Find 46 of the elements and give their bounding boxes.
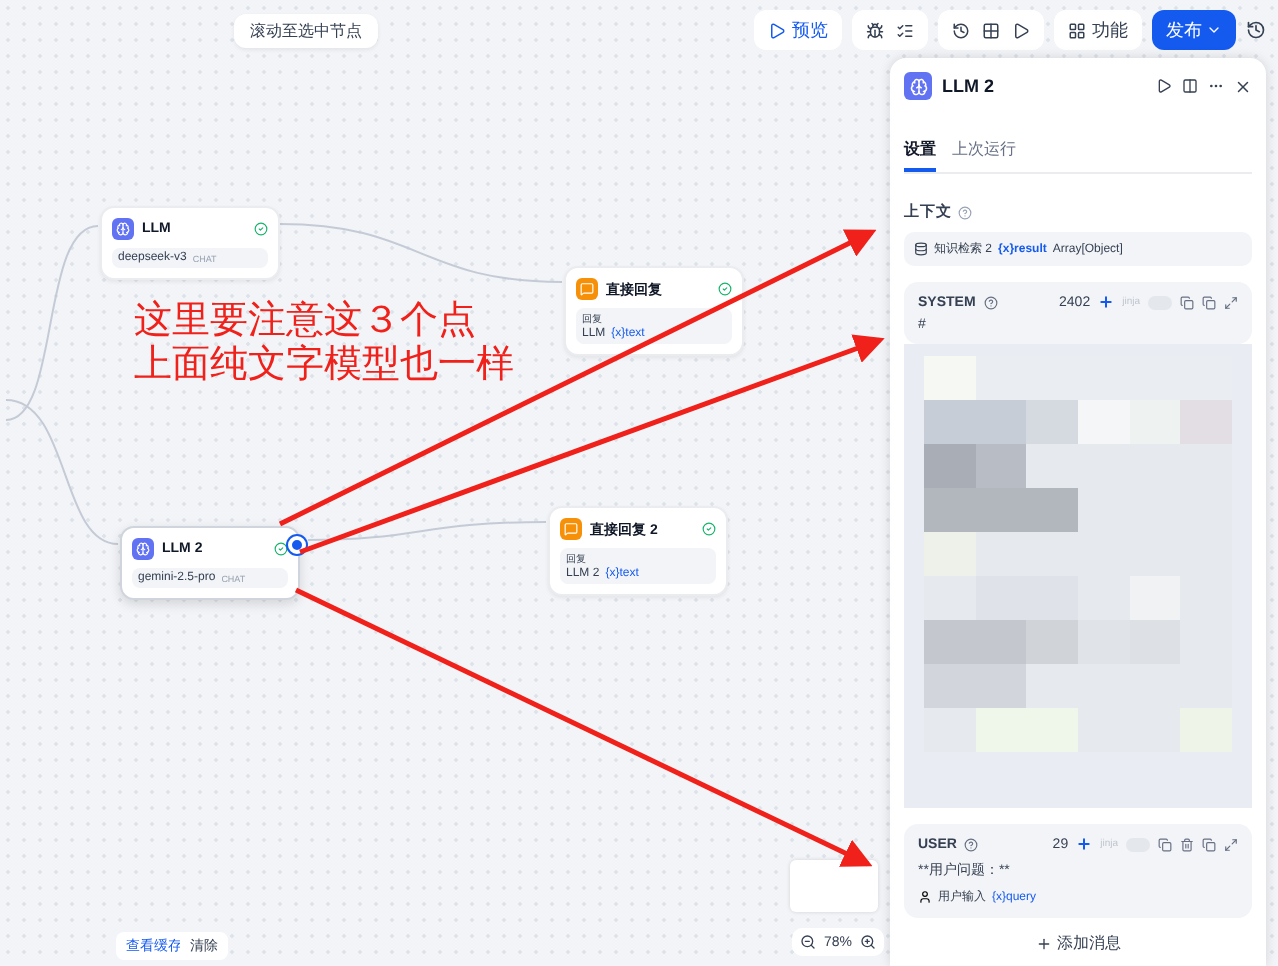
brain-icon (112, 218, 134, 240)
annotation-text: 这里要注意这３个点 上面纯文字模型也一样 (134, 298, 514, 386)
bug-icon[interactable] (866, 21, 884, 39)
features-button[interactable]: 功能 (1054, 10, 1142, 50)
database-icon (914, 242, 928, 256)
checklist-icon[interactable] (896, 21, 914, 39)
play-icon[interactable] (1012, 21, 1030, 39)
chevron-down-icon (1206, 22, 1222, 38)
expand-icon[interactable] (1224, 295, 1238, 309)
scroll-to-node-button[interactable]: 滚动至选中节点 (234, 14, 378, 48)
copy-icon[interactable] (1202, 837, 1216, 851)
panel-title: LLM 2 (942, 76, 996, 96)
message-icon (576, 278, 598, 300)
columns-icon[interactable] (1182, 78, 1198, 94)
zoom-out-icon[interactable] (800, 934, 816, 950)
add-message-button[interactable]: 添加消息 (1023, 930, 1133, 956)
grid-icon[interactable] (982, 21, 1000, 39)
history-icon[interactable] (952, 21, 970, 39)
check-icon (718, 282, 732, 296)
publish-button[interactable]: 发布 (1152, 10, 1236, 50)
trash-icon[interactable] (1180, 837, 1194, 851)
close-icon[interactable] (1234, 77, 1252, 95)
help-icon (958, 205, 972, 219)
copy-icon[interactable] (1202, 295, 1216, 309)
help-icon (983, 295, 998, 309)
brain-icon (132, 538, 154, 560)
plus-icon[interactable] (1076, 836, 1093, 852)
brain-icon (904, 72, 932, 100)
preview-button[interactable]: 预览 (754, 10, 842, 50)
play-icon[interactable] (1156, 78, 1172, 94)
panel-tab[interactable]: 设置 (904, 138, 936, 172)
expand-icon[interactable] (1224, 837, 1238, 851)
check-icon (254, 222, 268, 236)
plus-icon (1035, 935, 1051, 951)
user-icon (918, 890, 932, 904)
check-icon (274, 542, 288, 556)
grid-icon (1068, 21, 1086, 39)
check-icon (702, 522, 716, 536)
message-icon (560, 518, 582, 540)
history-icon[interactable] (1246, 20, 1266, 40)
panel-tab[interactable]: 上次运行 (952, 138, 1016, 172)
minimap (790, 860, 878, 912)
zoom-in-icon[interactable] (860, 934, 877, 950)
play-icon (768, 21, 786, 39)
help-icon (964, 837, 979, 851)
plus-icon[interactable] (1098, 294, 1115, 310)
